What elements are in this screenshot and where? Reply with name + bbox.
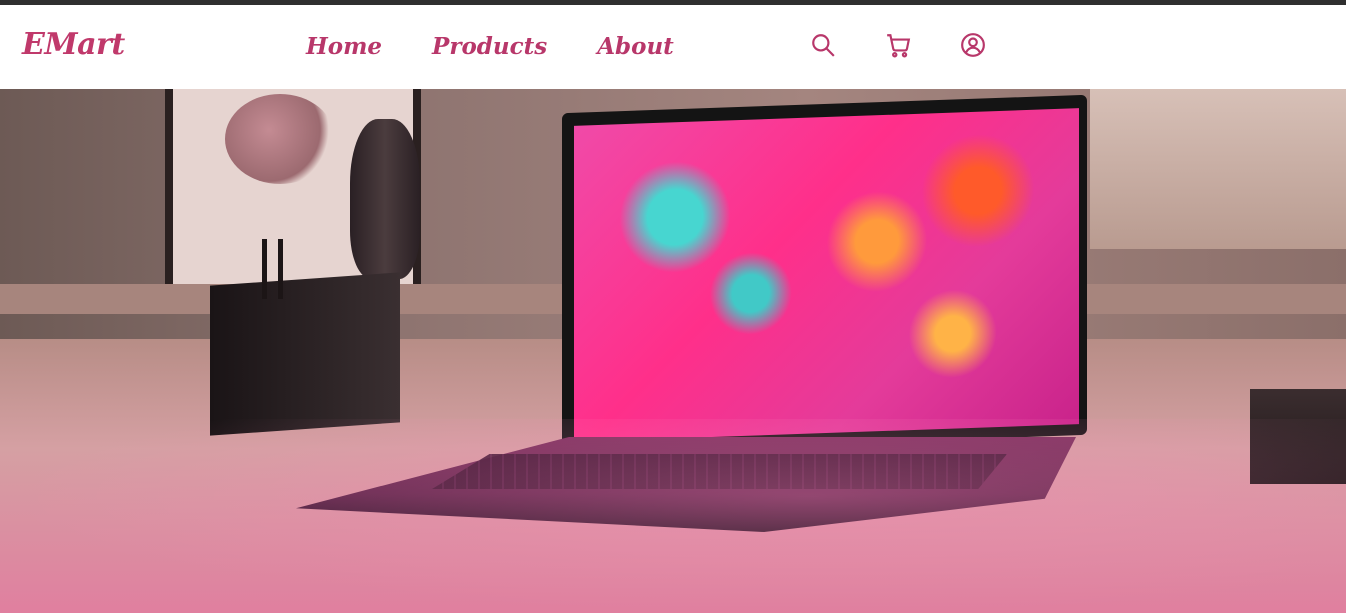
search-icon[interactable] — [809, 31, 837, 59]
vase-decoration — [350, 119, 420, 279]
nav-link-about[interactable]: About — [597, 33, 674, 60]
laptop-display — [574, 108, 1079, 442]
nav-link-products[interactable]: Products — [432, 33, 547, 60]
right-wall — [1090, 89, 1346, 249]
user-icon[interactable] — [959, 31, 987, 59]
hero-banner — [0, 89, 1346, 613]
pink-glow — [0, 419, 1346, 613]
navbar: EMart Home Products About — [0, 5, 1346, 89]
nav-links: Home Products About — [306, 33, 724, 60]
cart-icon[interactable] — [884, 31, 912, 59]
pen — [262, 239, 267, 299]
brand-logo[interactable]: EMart — [22, 27, 125, 62]
flower-decoration — [225, 94, 335, 184]
pen — [278, 239, 283, 299]
nav-link-home[interactable]: Home — [306, 33, 382, 60]
nav-icons — [809, 31, 1034, 59]
pen-holder — [210, 272, 400, 436]
